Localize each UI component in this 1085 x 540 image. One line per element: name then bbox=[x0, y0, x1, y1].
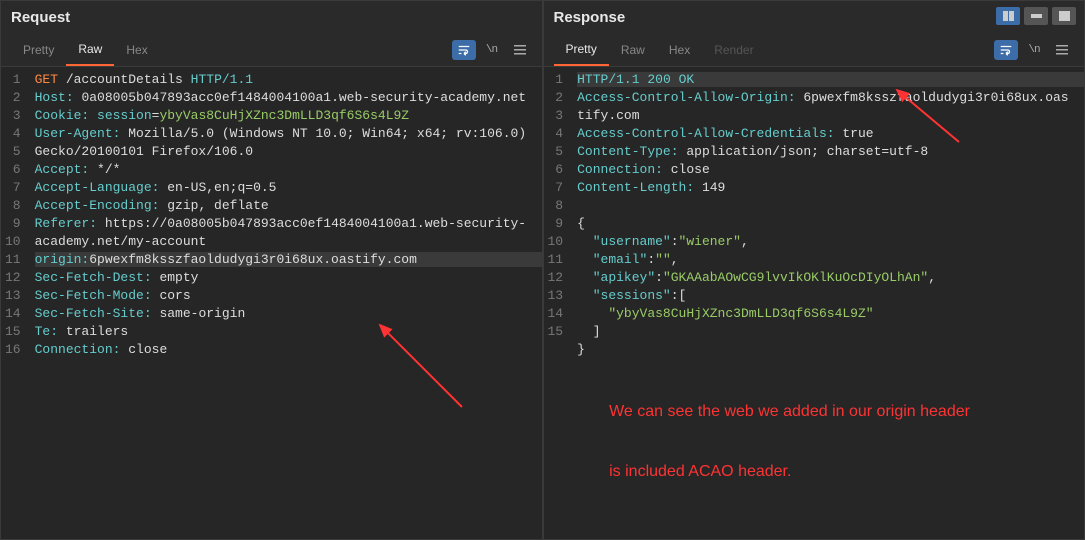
tab-pretty[interactable]: Pretty bbox=[11, 35, 66, 65]
wrap-icon[interactable] bbox=[994, 40, 1018, 60]
request-tabs: Pretty Raw Hex \n bbox=[1, 34, 542, 67]
newline-icon[interactable]: \n bbox=[480, 40, 504, 60]
tab-pretty[interactable]: Pretty bbox=[554, 34, 609, 66]
request-body[interactable]: GET /accountDetails HTTP/1.1 Host: 0a080… bbox=[27, 67, 542, 539]
response-tabs: Pretty Raw Hex Render \n bbox=[544, 34, 1085, 67]
menu-icon[interactable] bbox=[508, 40, 532, 60]
wrap-icon[interactable] bbox=[452, 40, 476, 60]
view-split-horizontal[interactable] bbox=[1024, 7, 1048, 25]
tab-hex[interactable]: Hex bbox=[657, 35, 702, 65]
view-single[interactable] bbox=[1052, 7, 1076, 25]
response-body[interactable]: HTTP/1.1 200 OK Access-Control-Allow-Ori… bbox=[569, 67, 1084, 539]
annotation-text: We can see the web we added in our origi… bbox=[609, 362, 970, 502]
view-mode-buttons bbox=[996, 7, 1076, 25]
request-gutter: 12 34 567 89 101112 131415 16 bbox=[1, 67, 27, 539]
response-gutter: 12 345 678 91011 121314 15 bbox=[544, 67, 570, 539]
arrow-icon bbox=[372, 317, 472, 417]
response-code[interactable]: 12 345 678 91011 121314 15 HTTP/1.1 200 … bbox=[544, 67, 1085, 539]
tab-raw[interactable]: Raw bbox=[66, 34, 114, 66]
response-panel: Response Pretty Raw Hex Render \n 12 345… bbox=[543, 0, 1085, 540]
request-title: Request bbox=[1, 1, 542, 34]
tab-render[interactable]: Render bbox=[702, 35, 765, 65]
request-code[interactable]: 12 34 567 89 101112 131415 16 GET /accou… bbox=[1, 67, 542, 539]
request-panel: Request Pretty Raw Hex \n 12 34 567 89 1… bbox=[0, 0, 543, 540]
menu-icon[interactable] bbox=[1050, 40, 1074, 60]
tab-hex[interactable]: Hex bbox=[114, 35, 159, 65]
newline-icon[interactable]: \n bbox=[1022, 40, 1046, 60]
view-split-vertical[interactable] bbox=[996, 7, 1020, 25]
tab-raw[interactable]: Raw bbox=[609, 35, 657, 65]
